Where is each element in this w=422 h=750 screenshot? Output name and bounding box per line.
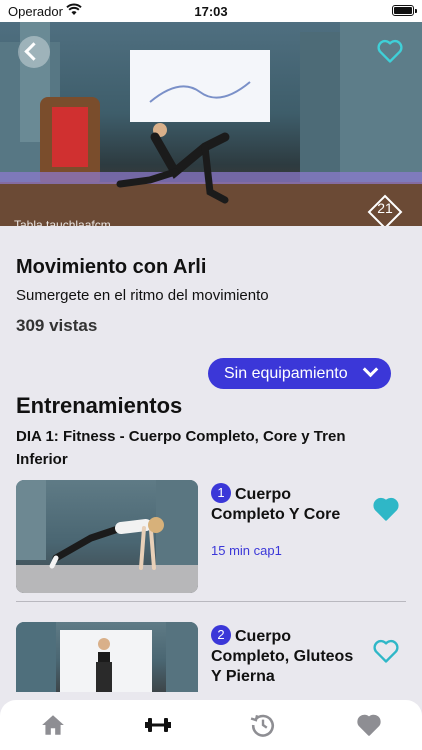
view-count: 309 vistas <box>16 316 98 335</box>
clock: 17:03 <box>194 4 228 19</box>
day-title: DIA 1: Fitness - Cuerpo Completo, Core y… <box>16 428 346 468</box>
home-icon <box>42 715 64 735</box>
chevron-left-icon <box>24 42 43 61</box>
hero-badge-number: 21 <box>377 200 393 216</box>
workout-thumbnail-scene <box>16 480 198 593</box>
program-title: Movimiento con Arli <box>16 256 207 278</box>
row-divider <box>16 601 406 602</box>
equipment-filter-label: Sin equipamiento <box>224 365 348 382</box>
workout-title: Cuerpo Completo, Gluteos Y Pierna <box>211 628 354 685</box>
hero-caption: Tabla tauchlaafcm <box>14 218 111 226</box>
back-button[interactable] <box>18 36 50 68</box>
workout-thumbnail-scene <box>16 622 198 692</box>
workout-thumbnail[interactable] <box>16 622 198 692</box>
battery-icon <box>392 5 417 16</box>
tab-history[interactable] <box>250 712 276 738</box>
tab-workouts[interactable] <box>144 712 171 738</box>
equipment-filter-dropdown[interactable]: Sin equipamiento <box>208 358 391 389</box>
program-subtitle: Sumergete en el ritmo del movimiento <box>16 287 269 304</box>
hero-video-thumbnail[interactable]: 21 Tabla tauchlaafcm <box>0 22 422 226</box>
history-icon <box>250 714 274 737</box>
chevron-down-icon <box>362 361 379 378</box>
heart-outline-icon <box>377 39 403 63</box>
status-bar: Operador 17:03 <box>0 0 422 22</box>
hero-scene <box>0 22 422 226</box>
workout-item[interactable]: 1 Cuerpo Completo Y Core 15 min cap1 <box>0 480 422 601</box>
dumbbell-icon <box>145 718 171 732</box>
workout-duration: 15 min cap1 <box>211 543 282 558</box>
workout-title: Cuerpo Completo Y Core <box>211 486 341 523</box>
heart-filled-icon <box>373 497 399 521</box>
workout-thumbnail[interactable] <box>16 480 198 593</box>
tab-home[interactable] <box>40 712 66 738</box>
tab-bar <box>0 700 422 750</box>
section-title: Entrenamientos <box>16 393 183 418</box>
tab-favorites[interactable] <box>356 712 382 738</box>
workout-item[interactable]: 2 Cuerpo Completo, Gluteos Y Pierna <box>0 622 422 692</box>
heart-outline-icon <box>373 639 399 663</box>
workout-favorite-button[interactable] <box>372 496 400 527</box>
workout-favorite-button[interactable] <box>372 638 400 669</box>
heart-icon <box>357 714 381 736</box>
favorite-program-button[interactable] <box>376 38 404 69</box>
